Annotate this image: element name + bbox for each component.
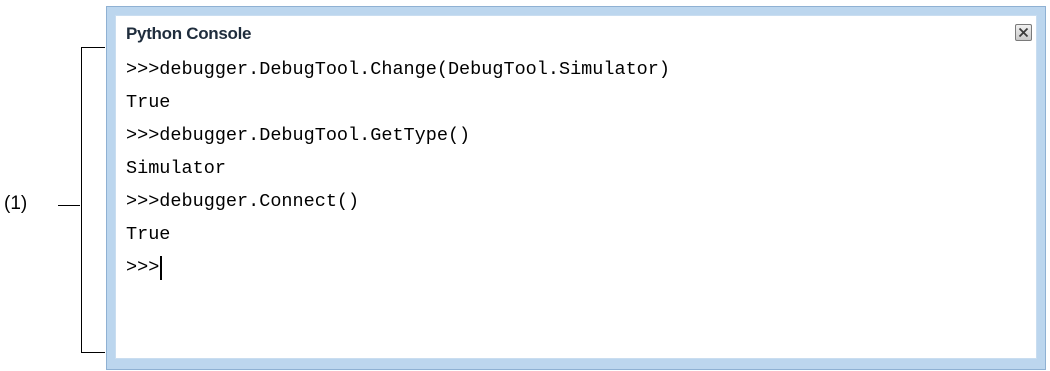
callout-bracket	[81, 47, 105, 353]
python-console-panel: Python Console >>>debugger.DebugTool.Cha…	[106, 6, 1046, 370]
panel-title: Python Console	[126, 24, 252, 43]
callout-leader-line	[58, 205, 80, 206]
text-caret	[160, 255, 162, 280]
console-prompt: >>>	[126, 257, 160, 278]
console-output-area[interactable]: >>>debugger.DebugTool.Change(DebugTool.S…	[115, 49, 1037, 359]
close-button[interactable]	[1015, 24, 1032, 41]
console-line: True	[126, 92, 171, 113]
callout-label: (1)	[4, 193, 28, 214]
console-line: >>>debugger.DebugTool.GetType()	[126, 125, 471, 146]
console-input-line[interactable]: >>>	[126, 251, 1036, 284]
console-line: Simulator	[126, 158, 226, 179]
console-line: True	[126, 224, 171, 245]
console-line: >>>debugger.Connect()	[126, 191, 360, 212]
panel-header: Python Console	[115, 15, 1037, 49]
close-icon	[1018, 27, 1029, 38]
console-line: >>>debugger.DebugTool.Change(DebugTool.S…	[126, 59, 670, 80]
